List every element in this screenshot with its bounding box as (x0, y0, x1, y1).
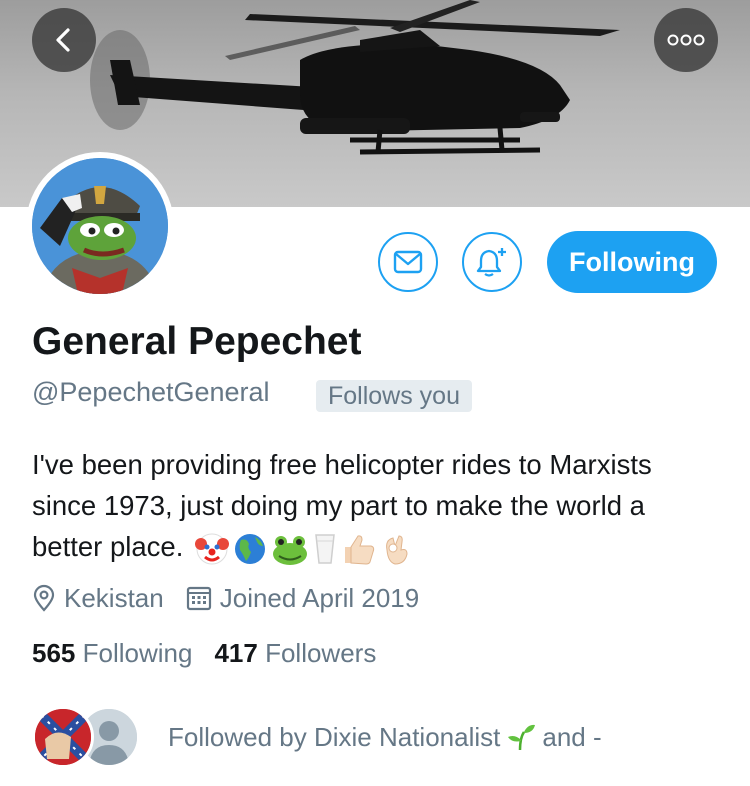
followed-by-suffix: and - (542, 721, 602, 752)
clown-face-icon (195, 533, 229, 565)
seedling-icon (508, 724, 536, 751)
calendar-icon (186, 586, 211, 611)
more-options-button[interactable] (654, 8, 718, 72)
following-label: Following (82, 638, 193, 668)
join-date-text: Joined April 2019 (219, 582, 420, 613)
globe-americas-icon (235, 533, 265, 564)
chevron-left-icon (56, 28, 70, 52)
back-button[interactable] (32, 8, 96, 72)
bell-plus-icon (476, 248, 506, 277)
glass-of-milk-icon (315, 533, 335, 564)
followers-count: 417 (214, 638, 258, 668)
avatar-image (32, 158, 168, 294)
followers-label: Followers (265, 638, 377, 668)
more-horizontal-icon (667, 34, 705, 46)
profile-handle: @PepechetGeneral (32, 377, 270, 407)
profile-name: General Pepechet (32, 320, 362, 363)
follower-avatar-image (35, 709, 91, 765)
following-button[interactable]: Following (547, 231, 717, 293)
follow-stats: 565 Following 417 Followers (32, 638, 376, 669)
notifications-button[interactable] (462, 232, 522, 292)
avatar[interactable] (32, 158, 168, 294)
join-date: Joined April 2019 (186, 583, 419, 614)
following-stat[interactable]: 565 Following (32, 638, 192, 669)
frog-face-icon (273, 535, 307, 565)
envelope-icon (393, 250, 423, 274)
followed-by-label: Followed by Dixie Nationalist (168, 721, 501, 752)
follows-you-badge: Follows you (316, 380, 472, 412)
follower-avatar (32, 706, 94, 768)
thumbs-up-icon (345, 535, 375, 565)
followers-stat[interactable]: 417 Followers (214, 638, 376, 669)
following-count: 565 (32, 638, 76, 668)
location-pin-icon (33, 584, 55, 612)
location-text: Kekistan (64, 582, 164, 613)
bio-emojis (195, 532, 411, 566)
followed-by-text: Followed by Dixie Nationalist and - (168, 722, 602, 753)
followed-by-row[interactable]: Followed by Dixie Nationalist and - (32, 704, 602, 770)
avatar-frame[interactable] (26, 152, 174, 300)
location: Kekistan (32, 583, 164, 614)
ok-hand-icon (386, 535, 408, 565)
profile-meta: Kekistan Joined April 2019 (32, 580, 419, 616)
message-button[interactable] (378, 232, 438, 292)
profile-bio: I've been providing free helicopter ride… (32, 444, 722, 567)
